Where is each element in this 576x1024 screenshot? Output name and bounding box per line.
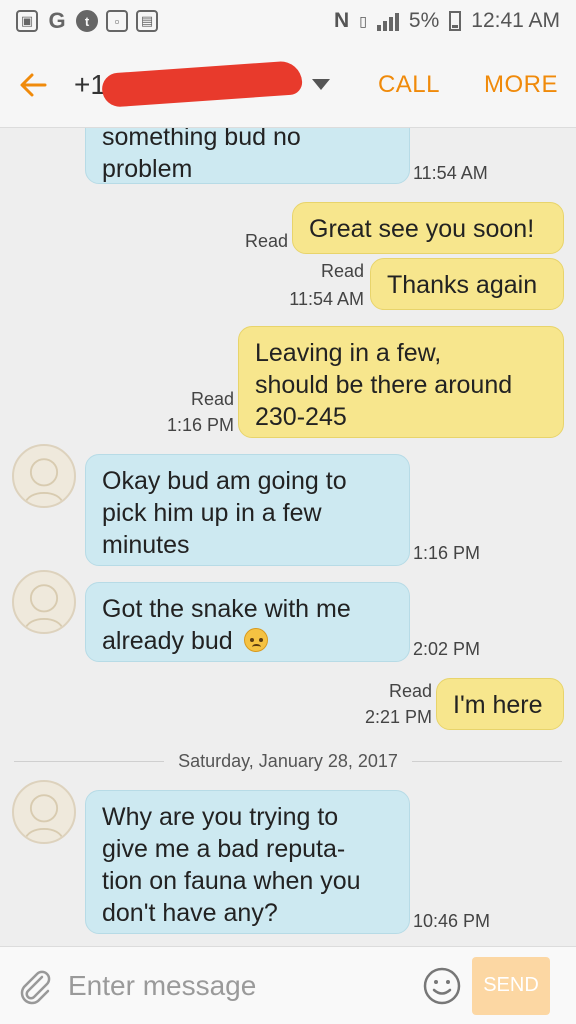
message-bubble-incoming[interactable]: Got the snake with me already bud [85, 582, 410, 662]
read-status: Read [244, 231, 288, 251]
read-status: Read [388, 681, 432, 701]
contact-name[interactable]: +1 [74, 59, 330, 108]
message-time: 1:16 PM [166, 415, 234, 435]
briefcase-icon: ▤ [136, 10, 158, 32]
emoji-smiley-icon[interactable] [422, 966, 462, 1006]
message-bubble-incoming[interactable]: Okay bud am going to pick him up in a fe… [85, 454, 410, 566]
message-line: Great see you soon! [309, 215, 535, 243]
message-line: already bud [102, 627, 233, 655]
message-line: pick him up in a few [102, 499, 322, 527]
message-line: something bud no [102, 128, 301, 151]
contact-avatar[interactable] [12, 780, 76, 844]
message-line: tion on fauna when you [102, 867, 361, 895]
date-label: Saturday, January 28, 2017 [178, 750, 398, 771]
message-line: give me a bad reputa- [102, 835, 346, 863]
vibrate-icon: ▯ [359, 12, 367, 29]
message-bubble-incoming[interactable]: something bud no problem [85, 128, 410, 184]
message-line: problem [102, 155, 193, 183]
battery-percent: 5% [408, 9, 440, 32]
battery-icon [449, 11, 462, 31]
contact-avatar[interactable] [12, 570, 76, 634]
chevron-down-icon[interactable] [312, 78, 330, 90]
attach-paperclip-icon[interactable] [16, 967, 54, 1005]
message-bubble-incoming[interactable]: Why are you trying to give me a bad repu… [85, 790, 410, 934]
redaction-scribble [101, 59, 303, 108]
message-line: should be there around [255, 371, 513, 399]
message-line: Thanks again [387, 271, 538, 299]
conversation-header: +1 CALL MORE [0, 42, 576, 128]
message-time: 11:54 AM [289, 289, 364, 309]
message-time: 2:02 PM [413, 639, 481, 659]
message-bubble-outgoing[interactable]: Thanks again [370, 258, 564, 310]
date-divider: Saturday, January 28, 2017 [14, 746, 563, 776]
gallery-icon: ▣ [16, 10, 38, 32]
message-line: Leaving in a few, [255, 339, 442, 367]
status-time: 12:41 AM [471, 9, 560, 32]
sad-face-emoji-icon [243, 628, 268, 652]
message-bubble-outgoing[interactable]: Great see you soon! [292, 202, 564, 254]
message-time: 11:54 AM [413, 163, 488, 183]
more-button[interactable]: MORE [484, 71, 558, 99]
call-button[interactable]: CALL [378, 71, 440, 99]
nfc-icon: N [334, 9, 350, 32]
message-bubble-outgoing[interactable]: I'm here [436, 678, 564, 730]
message-time: 1:16 PM [413, 543, 481, 563]
message-list[interactable]: something bud no problem 11:54 AM Read G… [0, 128, 576, 946]
message-bubble-outgoing[interactable]: Leaving in a few, should be there around… [238, 326, 564, 438]
message-line: don't have any? [102, 899, 278, 927]
screenshot-icon: ▫ [106, 10, 128, 32]
contact-number: +1 [74, 68, 106, 100]
message-line: I'm here [453, 691, 543, 719]
contact-avatar[interactable] [12, 444, 76, 508]
message-line: Why are you trying to [102, 803, 339, 831]
status-bar: ▣ G t ▫ ▤ N ▯ 5% 12:41 AM [0, 0, 576, 42]
message-line: Got the snake with me [102, 595, 351, 623]
read-status: Read [320, 261, 364, 281]
message-time: 10:46 PM [413, 911, 491, 931]
google-icon: G [48, 8, 66, 33]
read-status: Read [190, 389, 234, 409]
message-time: 2:21 PM [364, 707, 432, 727]
tumblr-icon: t [76, 10, 98, 32]
back-arrow-icon[interactable] [18, 67, 54, 103]
message-composer: SEND [0, 946, 576, 1024]
message-line: 230-245 [255, 403, 347, 431]
message-input[interactable] [68, 961, 408, 1010]
signal-icon [376, 11, 399, 31]
send-button[interactable]: SEND [472, 956, 550, 1015]
message-line: Okay bud am going to [102, 467, 347, 495]
message-line: minutes [102, 531, 190, 559]
